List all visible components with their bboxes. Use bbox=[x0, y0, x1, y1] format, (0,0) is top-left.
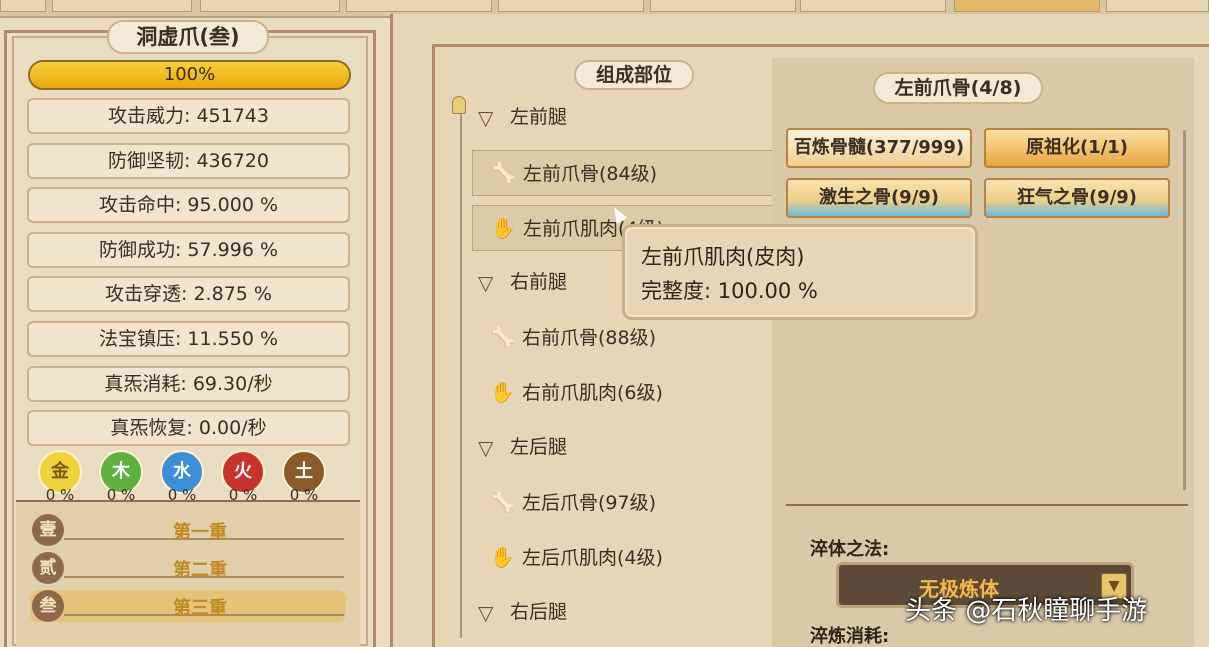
collapse-triangle-icon[interactable]: ▽ bbox=[478, 271, 493, 295]
material-button[interactable]: 百炼骨髓(377/999) bbox=[786, 128, 972, 168]
collapse-triangle-icon[interactable]: ▽ bbox=[478, 601, 493, 625]
level-label: 第一重 bbox=[173, 522, 227, 543]
stat-row: 防御成功: 57.996 % bbox=[27, 231, 350, 268]
top-tab[interactable] bbox=[1106, 0, 1209, 12]
bone-icon: 🦴 bbox=[491, 161, 516, 185]
tree-title: 组成部位 bbox=[574, 60, 694, 90]
level-badge: 贰 bbox=[32, 552, 64, 584]
material-button[interactable]: 狂气之骨(9/9) bbox=[984, 178, 1170, 218]
detail-title: 左前爪骨(4/8) bbox=[873, 72, 1043, 104]
tooltip-title: 左前爪肌肉(皮肉) bbox=[641, 245, 805, 269]
tree-item[interactable]: ✋ 左后爪肌肉(4级) bbox=[472, 535, 778, 581]
completion-progress-bar: 100% bbox=[28, 60, 351, 90]
stat-row: 真炁消耗: 69.30/秒 bbox=[27, 365, 350, 402]
bone-icon: 🦴 bbox=[490, 490, 515, 514]
claw-icon: ✋ bbox=[491, 216, 516, 240]
part-tooltip: 左前爪肌肉(皮肉) 完整度: 100.00 % bbox=[622, 224, 978, 320]
tree-scroll-track[interactable] bbox=[460, 108, 462, 638]
stat-row: 攻击威力: 451743 bbox=[27, 98, 350, 134]
level-label: 第三重 bbox=[173, 598, 227, 619]
level-badge: 壹 bbox=[32, 514, 64, 546]
level-label: 第二重 bbox=[173, 560, 227, 581]
tree-group-label[interactable]: 左前腿 bbox=[510, 102, 567, 129]
cuilian-cost-label: 淬炼消耗: bbox=[810, 626, 890, 647]
tree-group-label[interactable]: 右后腿 bbox=[510, 597, 567, 624]
tree-group-label[interactable]: 右前腿 bbox=[510, 267, 567, 294]
cuiti-label: 淬体之法: bbox=[810, 539, 890, 560]
collapse-triangle-icon[interactable]: ▽ bbox=[478, 106, 493, 130]
watermark: 头条 @石秋瞳聊手游 bbox=[905, 596, 1148, 626]
claw-icon: ✋ bbox=[490, 545, 515, 569]
stat-row: 攻击命中: 95.000 % bbox=[27, 187, 350, 224]
top-tab[interactable] bbox=[346, 0, 492, 12]
tree-item-label: 左后爪肌肉(4级) bbox=[522, 547, 663, 569]
progress-text: 100% bbox=[163, 64, 216, 85]
tree-item-label: 右前爪骨(88级) bbox=[522, 327, 657, 349]
tree-item[interactable]: 🦴 左后爪骨(97级) bbox=[472, 480, 778, 526]
tree-item[interactable]: 🦴 左前爪骨(84级) bbox=[472, 150, 778, 196]
stat-row: 攻击穿透: 2.875 % bbox=[27, 276, 350, 313]
top-tab[interactable] bbox=[800, 0, 946, 12]
tooltip-integrity: 完整度: 100.00 % bbox=[641, 279, 818, 303]
bone-icon: 🦴 bbox=[490, 325, 515, 349]
top-tab[interactable] bbox=[650, 0, 796, 12]
tree-scroll-knob[interactable] bbox=[452, 96, 466, 114]
detail-scroll-track[interactable] bbox=[1183, 130, 1186, 490]
claw-icon: ✋ bbox=[490, 380, 515, 404]
material-button[interactable]: 原祖化(1/1) bbox=[984, 128, 1170, 168]
stat-row: 真炁恢复: 0.00/秒 bbox=[27, 410, 350, 447]
tree-item[interactable]: ✋ 右前爪肌肉(6级) bbox=[472, 370, 778, 416]
stat-row: 法宝镇压: 11.550 % bbox=[27, 321, 350, 357]
tree-item-label: 左前爪骨(84级) bbox=[523, 163, 658, 185]
level-row[interactable]: 叁 第三重 bbox=[30, 590, 346, 622]
top-tab-active[interactable] bbox=[954, 0, 1100, 12]
item-title: 洞虚爪(叁) bbox=[107, 20, 269, 54]
tree-item-label: 右前爪肌肉(6级) bbox=[522, 382, 663, 404]
tree-group-label[interactable]: 左后腿 bbox=[510, 432, 567, 459]
top-tab[interactable] bbox=[498, 0, 644, 12]
stat-row: 防御坚韧: 436720 bbox=[27, 142, 350, 179]
material-button[interactable]: 激生之骨(9/9) bbox=[786, 178, 972, 218]
top-tab[interactable] bbox=[200, 0, 340, 12]
tree-item[interactable]: 🦴 右前爪骨(88级) bbox=[472, 315, 778, 361]
detail-divider bbox=[786, 504, 1188, 518]
top-tab[interactable] bbox=[52, 0, 192, 12]
level-badge: 叁 bbox=[32, 590, 64, 622]
level-row[interactable]: 壹 第一重 bbox=[30, 514, 346, 546]
top-tab[interactable] bbox=[0, 0, 46, 12]
tree-item-label: 左后爪骨(97级) bbox=[522, 492, 657, 514]
collapse-triangle-icon[interactable]: ▽ bbox=[478, 436, 493, 460]
level-row[interactable]: 贰 第二重 bbox=[30, 552, 346, 584]
